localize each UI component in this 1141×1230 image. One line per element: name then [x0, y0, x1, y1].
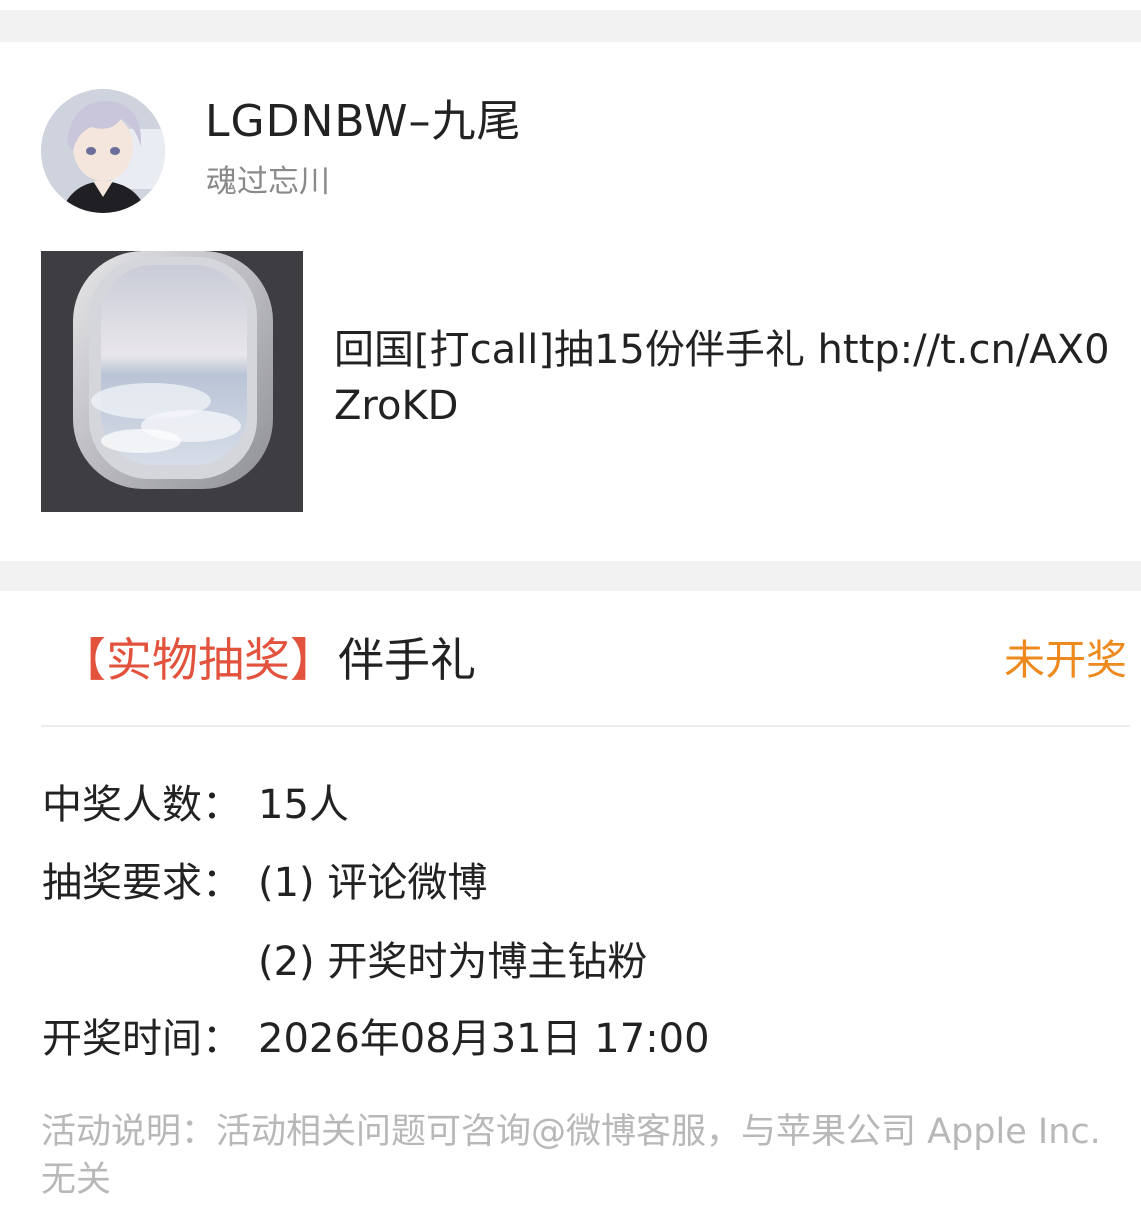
post-thumbnail[interactable] [41, 251, 303, 512]
requirements-label: 抽奖要求： [42, 860, 242, 906]
winners-label: 中奖人数： [42, 782, 242, 828]
airplane-window-image [41, 251, 303, 512]
winners-value: 15人 [258, 782, 349, 828]
draw-time-label: 开奖时间： [42, 1016, 242, 1062]
username[interactable]: LGDNBW–九尾 [205, 96, 522, 148]
top-spacer [0, 0, 1141, 10]
lottery-status-badge: 未开奖 [1004, 636, 1127, 684]
requirement-item: (1) 评论微博 [258, 860, 488, 906]
avatar-image [41, 89, 165, 213]
post-text[interactable]: 回国[打call]抽15份伴手礼 http://t.cn/AX0ZroKD [334, 322, 1114, 434]
draw-time-value: 2026年08月31日 17:00 [258, 1016, 710, 1062]
lottery-type-label: 【实物抽奖】 [60, 633, 336, 687]
section-divider-band [0, 10, 1141, 42]
requirement-item: (2) 开奖时为博主钻粉 [258, 939, 648, 985]
activity-note: 活动说明：活动相关问题可咨询@微博客服，与苹果公司 Apple Inc. 无关 [41, 1112, 1101, 1200]
lottery-prize-title: 伴手礼 [338, 633, 476, 687]
divider [41, 725, 1130, 727]
user-subtitle: 魂过忘川 [206, 164, 330, 200]
avatar[interactable] [41, 89, 165, 213]
